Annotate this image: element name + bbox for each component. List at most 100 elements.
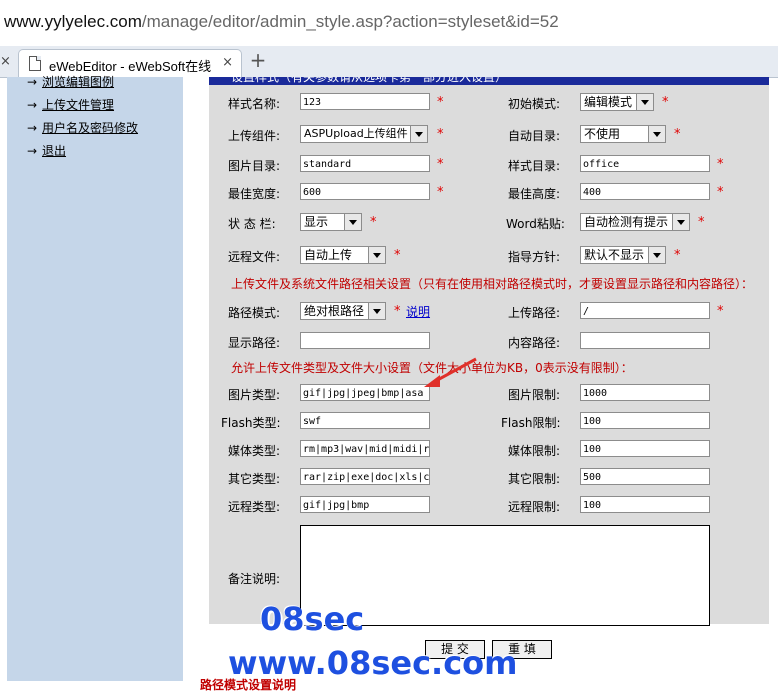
chevron-down-icon[interactable] <box>648 247 665 263</box>
other-types-input[interactable]: rar|zip|exe|doc|xls|c <box>300 468 430 485</box>
max-height-input[interactable]: 400 <box>580 183 710 200</box>
display-path-label: 显示路径: <box>228 336 281 350</box>
style-name-label: 样式名称: <box>228 97 281 111</box>
display-path-input[interactable] <box>300 332 430 349</box>
content-path-label: 内容路径: <box>508 336 561 350</box>
media-limit-input[interactable]: 100 <box>580 440 710 457</box>
url-text[interactable]: www.yylyelec.com/manage/editor/admin_sty… <box>4 12 559 32</box>
image-types-input[interactable]: gif|jpg|jpeg|bmp|asa <box>300 384 430 401</box>
content-path-input[interactable] <box>580 332 710 349</box>
image-types-label: 图片类型: <box>228 388 281 402</box>
init-mode-select[interactable]: 编辑模式 <box>580 93 654 111</box>
address-bar[interactable]: www.yylyelec.com/manage/editor/admin_sty… <box>0 0 778 46</box>
chevron-down-icon[interactable] <box>368 247 385 263</box>
init-mode-label: 初始模式: <box>508 97 561 111</box>
sidebar-item-logout[interactable]: → 退出 <box>27 142 66 159</box>
init-mode-value: 编辑模式 <box>584 95 633 109</box>
chevron-down-icon[interactable] <box>368 303 385 319</box>
style-name-input[interactable]: 123 <box>300 93 430 110</box>
status-bar-value: 显示 <box>304 215 329 229</box>
max-width-input[interactable]: 600 <box>300 183 430 200</box>
style-dir-label: 样式目录: <box>508 159 561 173</box>
previous-tab-close-icon[interactable]: × <box>0 54 12 69</box>
guide-method-value: 默认不显示 <box>584 248 645 262</box>
media-types-label: 媒体类型: <box>228 444 281 458</box>
remote-file-label: 远程文件: <box>228 250 281 264</box>
remote-types-input[interactable]: gif|jpg|bmp <box>300 496 430 513</box>
chevron-down-icon[interactable] <box>648 126 665 142</box>
chevron-down-icon[interactable] <box>636 94 653 110</box>
upload-path-label: 上传路径: <box>508 306 561 320</box>
tab-close-icon[interactable]: × <box>222 55 233 70</box>
chevron-down-icon[interactable] <box>344 214 361 230</box>
auto-dir-value: 不使用 <box>584 127 621 141</box>
arrow-icon: → <box>27 121 38 135</box>
other-limit-input[interactable]: 500 <box>580 468 710 485</box>
remote-types-label: 远程类型: <box>228 500 281 514</box>
sidebar-item-label[interactable]: 用户名及密码修改 <box>42 121 138 135</box>
path-mode-select[interactable]: 绝对根路径 <box>300 302 386 320</box>
path-mode-value: 绝对根路径 <box>304 304 365 318</box>
arrow-icon: → <box>27 98 38 112</box>
guide-method-select[interactable]: 默认不显示 <box>580 246 666 264</box>
max-height-label: 最佳高度: <box>508 187 561 201</box>
flash-limit-input[interactable]: 100 <box>580 412 710 429</box>
path-mode-help-link[interactable]: 说明 <box>406 303 430 320</box>
required-mark: * <box>717 157 724 172</box>
remote-limit-label: 远程限制: <box>508 500 561 514</box>
image-dir-label: 图片目录: <box>228 159 281 173</box>
panel-header-text: 设置样式（有关参数请从选项卡第一部分进入设置） <box>231 77 508 84</box>
style-dir-input[interactable]: office <box>580 155 710 172</box>
auto-dir-select[interactable]: 不使用 <box>580 125 666 143</box>
chevron-down-icon[interactable] <box>410 126 427 142</box>
required-mark: * <box>437 127 444 142</box>
media-limit-label: 媒体限制: <box>508 444 561 458</box>
sidebar-item-label[interactable]: 上传文件管理 <box>42 98 114 112</box>
flash-types-input[interactable]: swf <box>300 412 430 429</box>
required-mark: * <box>674 127 681 142</box>
required-mark: * <box>437 185 444 200</box>
arrow-icon: → <box>27 144 38 158</box>
required-mark: * <box>394 304 401 319</box>
watermark-line1: 08sec <box>260 600 365 638</box>
sidebar-item-preview[interactable]: → 浏览编辑图例 <box>27 73 114 90</box>
remote-limit-input[interactable]: 100 <box>580 496 710 513</box>
word-paste-select[interactable]: 自动检测有提示 <box>580 213 690 231</box>
remark-label: 备注说明: <box>228 572 281 586</box>
guide-method-label: 指导方针: <box>508 250 561 264</box>
sidebar-item-upload-manage[interactable]: → 上传文件管理 <box>27 96 114 113</box>
media-types-input[interactable]: rm|mp3|wav|mid|midi|r <box>300 440 430 457</box>
required-mark: * <box>437 95 444 110</box>
page-icon <box>29 56 41 71</box>
required-mark: * <box>717 185 724 200</box>
sidebar-item-label[interactable]: 退出 <box>42 144 66 158</box>
auto-dir-label: 自动目录: <box>508 129 561 143</box>
flash-limit-label: Flash限制: <box>501 416 561 430</box>
sidebar-item-password[interactable]: → 用户名及密码修改 <box>27 119 138 136</box>
tab-strip: × eWebEditor - eWebSoft在线 × + <box>0 46 778 78</box>
remote-file-select[interactable]: 自动上传 <box>300 246 386 264</box>
annotation-arrow-icon <box>424 357 477 387</box>
upload-component-value: ASPUpload上传组件 <box>304 127 408 140</box>
required-mark: * <box>437 157 444 172</box>
image-limit-input[interactable]: 1000 <box>580 384 710 401</box>
max-width-label: 最佳宽度: <box>228 187 281 201</box>
other-limit-label: 其它限制: <box>508 472 561 486</box>
flash-types-label: Flash类型: <box>221 416 281 430</box>
path-settings-notice: 上传文件及系统文件路径相关设置（只有在使用相对路径模式时，才要设置显示路径和内容… <box>231 277 754 291</box>
word-paste-label: Word粘贴: <box>506 217 565 231</box>
path-mode-label: 路径模式: <box>228 306 281 320</box>
upload-path-input[interactable]: / <box>580 302 710 319</box>
chevron-down-icon[interactable] <box>672 214 689 230</box>
new-tab-button[interactable]: + <box>248 50 268 71</box>
image-dir-input[interactable]: standard <box>300 155 430 172</box>
panel-header: 设置样式（有关参数请从选项卡第一部分进入设置） <box>209 77 769 85</box>
status-bar-select[interactable]: 显示 <box>300 213 362 231</box>
upload-component-select[interactable]: ASPUpload上传组件 <box>300 125 428 143</box>
path-mode-footer-heading: 路径模式设置说明 <box>200 678 297 692</box>
required-mark: * <box>394 248 401 263</box>
other-types-label: 其它类型: <box>228 472 281 486</box>
sidebar-item-label[interactable]: 浏览编辑图例 <box>42 75 114 89</box>
image-limit-label: 图片限制: <box>508 388 561 402</box>
required-mark: * <box>662 95 669 110</box>
